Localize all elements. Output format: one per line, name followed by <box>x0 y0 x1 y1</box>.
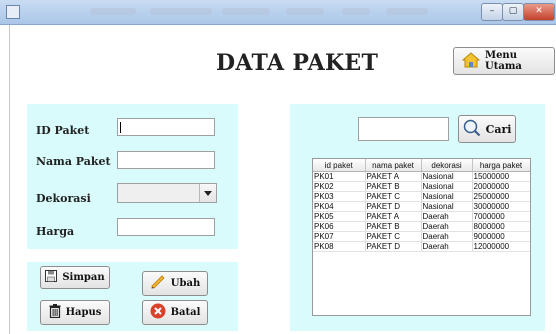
simpan-button[interactable]: Simpan <box>40 266 110 289</box>
column-header[interactable]: id paket <box>313 159 366 172</box>
table-cell: Nasional <box>421 171 473 182</box>
id-paket-label: ID Paket <box>36 124 90 137</box>
search-input[interactable] <box>358 117 449 141</box>
window-titlebar: – ▢ ✕ <box>0 0 556 25</box>
table-cell: PAKET B <box>365 221 422 232</box>
table-cell: PAKET D <box>365 241 422 252</box>
table-row[interactable]: PK06 PAKET B Daerah 8000000 <box>313 221 530 232</box>
table-cell: PK05 <box>313 211 366 222</box>
table-cell: PAKET B <box>365 181 422 192</box>
column-header[interactable]: nama paket <box>365 159 422 172</box>
blurred-titlebar-text <box>386 8 428 15</box>
blurred-titlebar-text <box>150 8 212 15</box>
cari-label: Cari <box>485 122 512 136</box>
table-cell: 7000000 <box>472 211 530 222</box>
text-cursor <box>120 122 121 133</box>
nama-paket-label: Nama Paket <box>36 155 111 168</box>
id-paket-input[interactable] <box>117 118 215 136</box>
blurred-titlebar-text <box>286 8 324 15</box>
table-cell: PAKET D <box>365 201 422 212</box>
nama-paket-input[interactable] <box>117 151 215 169</box>
minimize-button[interactable]: – <box>481 3 503 21</box>
table-cell: 15000000 <box>472 171 530 182</box>
table-cell: Nasional <box>421 201 473 212</box>
table-cell: Daerah <box>421 241 473 252</box>
dekorasi-dropdown[interactable] <box>117 183 217 203</box>
blurred-titlebar-text <box>342 8 370 15</box>
hapus-button[interactable]: Hapus <box>40 300 110 325</box>
table-cell: PAKET C <box>365 191 422 202</box>
maximize-button[interactable]: ▢ <box>502 3 524 21</box>
table-row[interactable]: PK05 PAKET A Daerah 7000000 <box>313 211 530 222</box>
batal-label: Batal <box>170 307 201 318</box>
trash-icon <box>49 304 61 321</box>
blurred-titlebar-text <box>222 8 270 15</box>
dekorasi-label: Dekorasi <box>36 192 91 205</box>
column-header[interactable]: dekorasi <box>421 159 473 172</box>
table-row[interactable]: PK07 PAKET C Daerah 9000000 <box>313 231 530 242</box>
table-header-row: id paket nama paket dekorasi harga paket <box>313 159 530 172</box>
harga-label: Harga <box>36 225 75 238</box>
table-cell: Daerah <box>421 211 473 222</box>
ubah-label: Ubah <box>170 278 201 289</box>
table-cell: PK01 <box>313 171 366 182</box>
cari-button[interactable]: Cari <box>458 115 516 143</box>
page-title: DATA PAKET <box>216 50 379 76</box>
table-row[interactable]: PK04 PAKET D Nasional 30000000 <box>313 201 530 212</box>
save-icon <box>45 270 58 285</box>
table-cell: PK08 <box>313 241 366 252</box>
table-cell: PAKET A <box>365 171 422 182</box>
table-row[interactable]: PK02 PAKET B Nasional 20000000 <box>313 181 530 192</box>
pencil-icon <box>150 275 166 292</box>
table-cell: PAKET C <box>365 231 422 242</box>
table-cell: 20000000 <box>472 181 530 192</box>
table-cell: 8000000 <box>472 221 530 232</box>
table-cell: 12000000 <box>472 241 530 252</box>
hapus-label: Hapus <box>65 307 102 318</box>
batal-button[interactable]: Batal <box>142 300 208 325</box>
home-icon <box>461 51 481 71</box>
table-row[interactable]: PK08 PAKET D Daerah 12000000 <box>313 241 530 252</box>
table-cell: 9000000 <box>472 231 530 242</box>
table-cell: PK02 <box>313 181 366 192</box>
table-cell: PK06 <box>313 221 366 232</box>
menu-utama-label: Menu Utama <box>485 50 522 72</box>
close-button[interactable]: ✕ <box>523 3 555 21</box>
ubah-button[interactable]: Ubah <box>142 271 208 296</box>
harga-input[interactable] <box>117 218 215 236</box>
blurred-titlebar-text <box>90 8 136 15</box>
dropdown-arrow[interactable] <box>199 184 216 202</box>
table-cell: Daerah <box>421 231 473 242</box>
simpan-label: Simpan <box>62 272 105 283</box>
table-cell: Nasional <box>421 191 473 202</box>
table-row[interactable]: PK01 PAKET A Nasional 15000000 <box>313 171 530 182</box>
cancel-icon <box>150 303 166 322</box>
paket-table[interactable]: id paket nama paket dekorasi harga paket… <box>312 158 531 316</box>
table-cell: PK07 <box>313 231 366 242</box>
app-icon <box>6 5 20 19</box>
table-cell: 25000000 <box>472 191 530 202</box>
table-cell: PK03 <box>313 191 366 202</box>
table-cell: Nasional <box>421 181 473 192</box>
column-header[interactable]: harga paket <box>472 159 530 172</box>
table-cell: 30000000 <box>472 201 530 212</box>
table-cell: PAKET A <box>365 211 422 222</box>
chevron-down-icon <box>204 190 212 196</box>
table-cell: PK04 <box>313 201 366 212</box>
menu-utama-button[interactable]: Menu Utama <box>453 47 555 75</box>
search-icon <box>463 119 481 140</box>
table-cell: Daerah <box>421 221 473 232</box>
table-row[interactable]: PK03 PAKET C Nasional 25000000 <box>313 191 530 202</box>
